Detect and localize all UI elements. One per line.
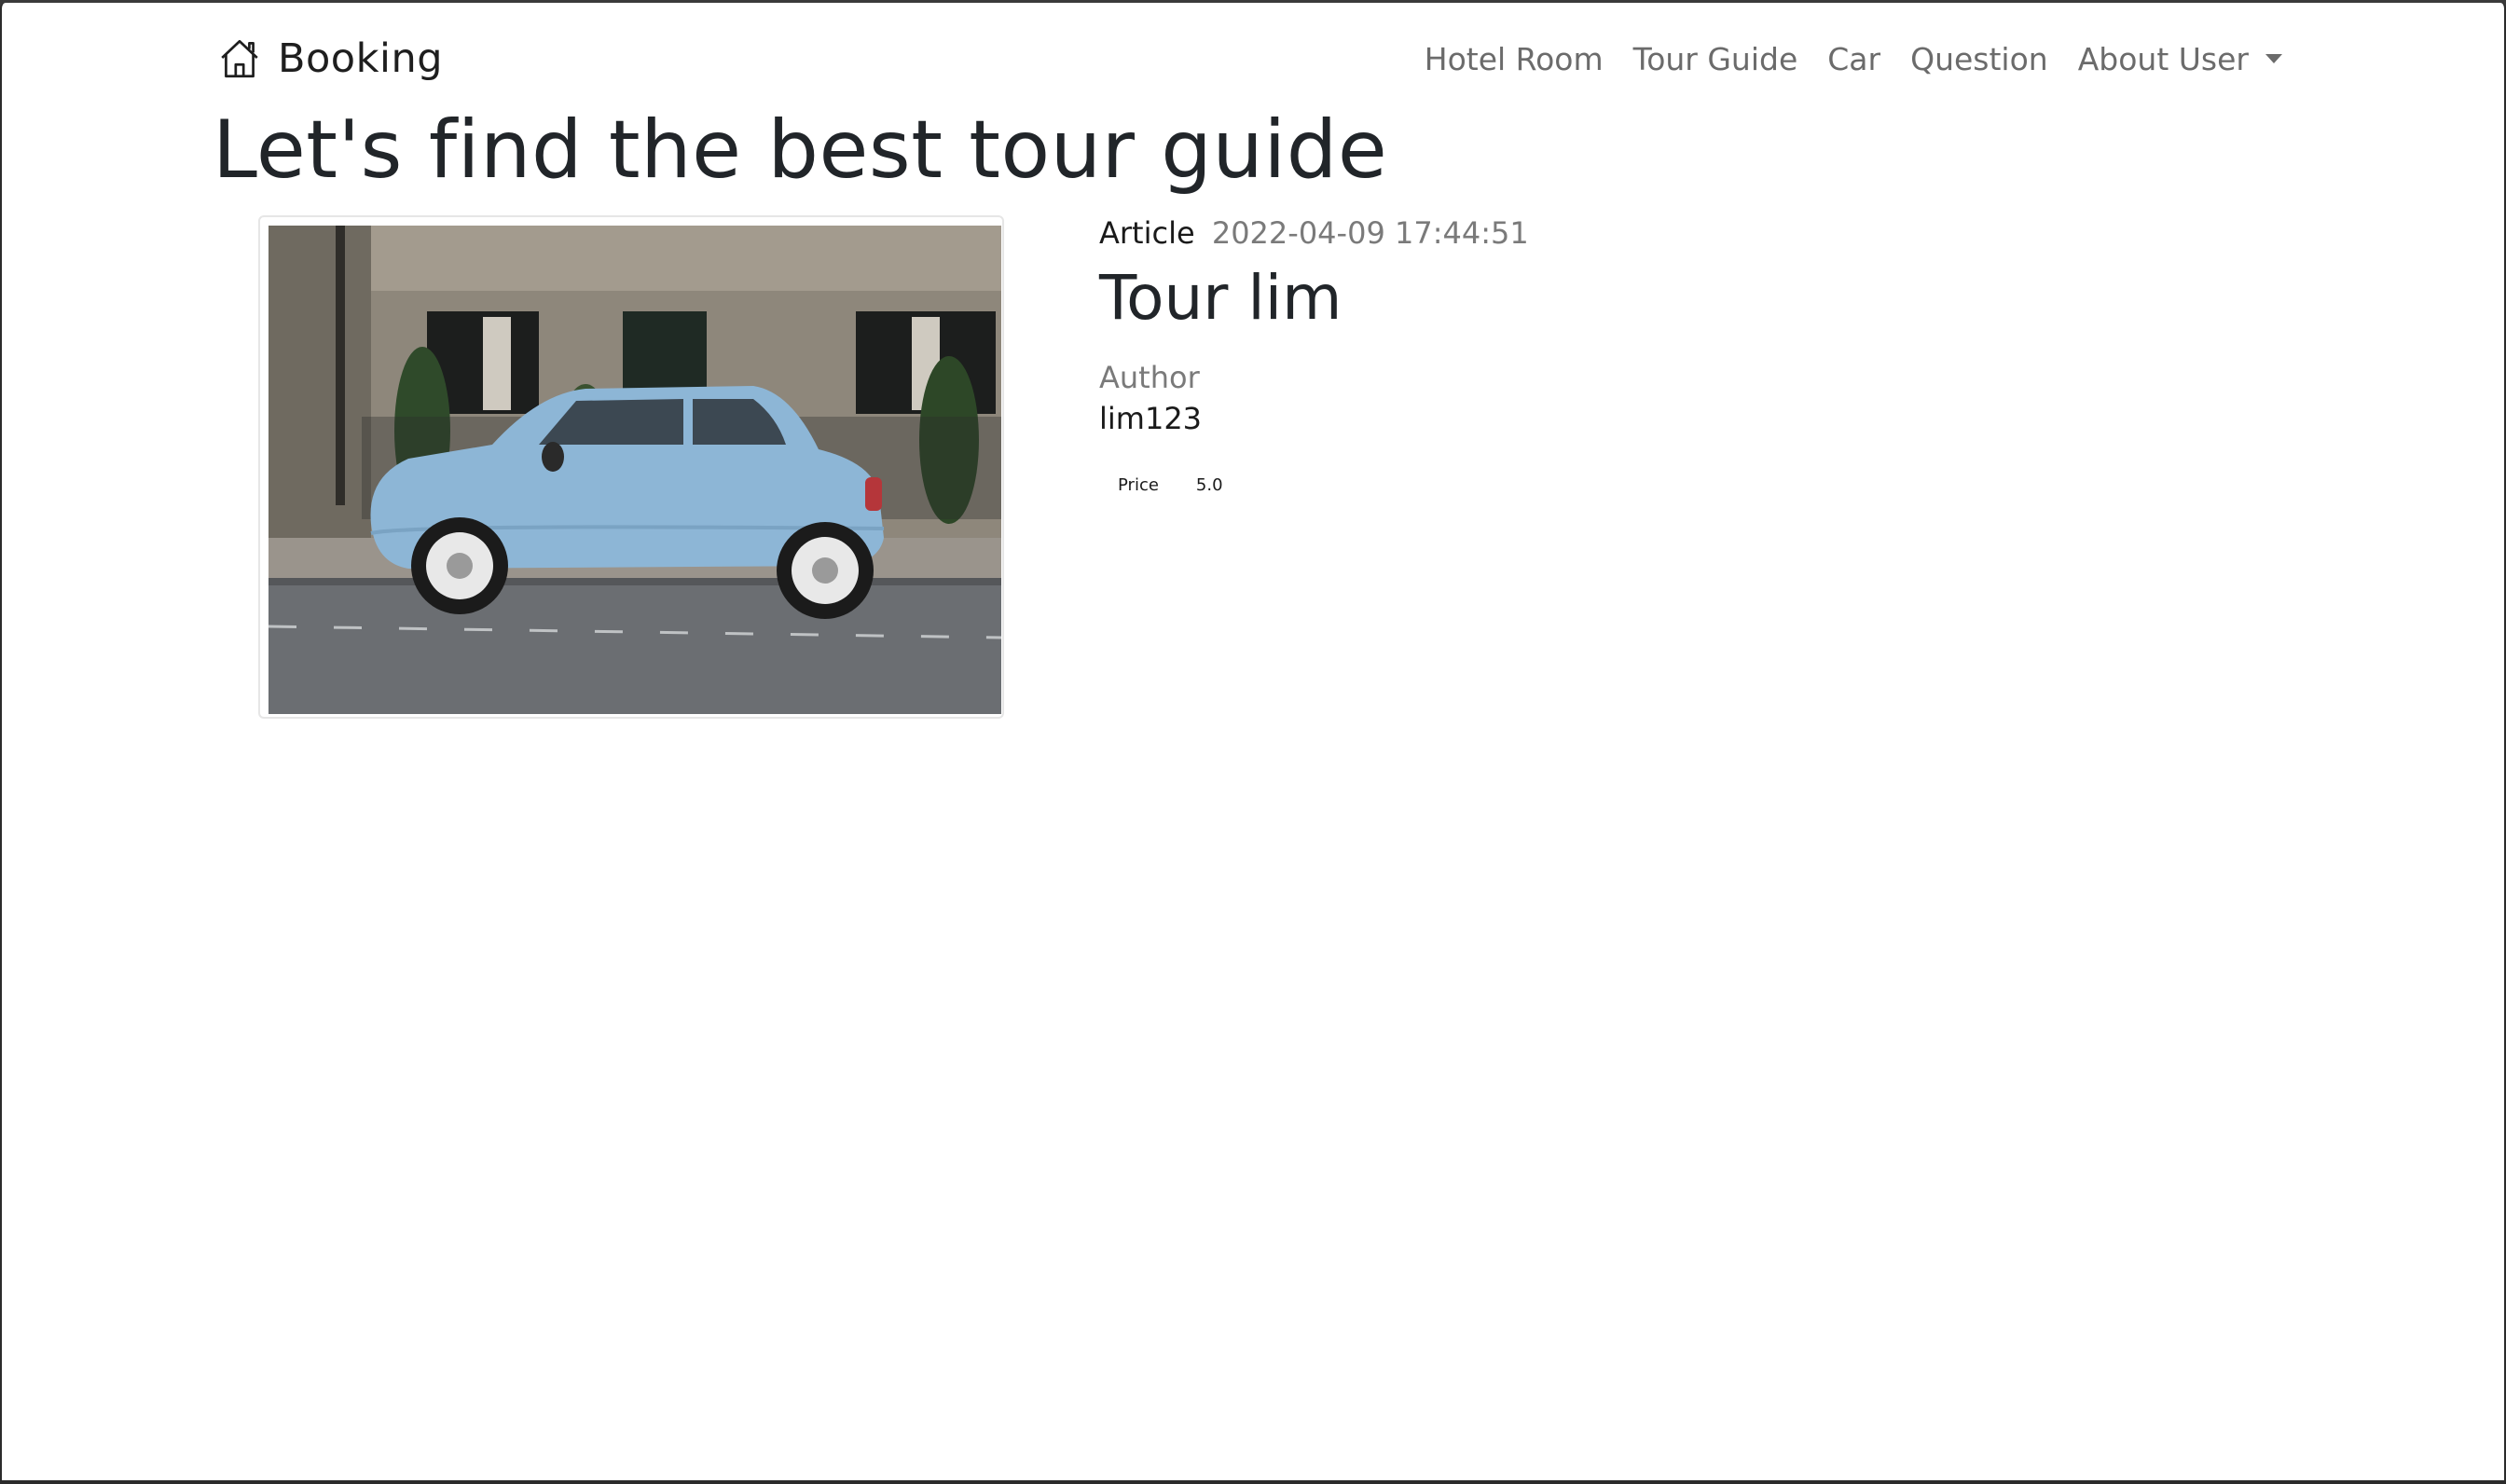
price-row: Price 5.0: [1099, 475, 1529, 495]
price-value: 5.0: [1195, 475, 1223, 495]
nav-links: Hotel Room Tour Guide Car Question About…: [1395, 31, 2282, 87]
navbar: Booking Hotel Room Tour Guide Car Questi…: [2, 3, 2504, 105]
article-date: 2022-04-09 17:44:51: [1211, 215, 1529, 251]
author-name: lim123: [1099, 401, 1203, 436]
brand-link[interactable]: Booking: [216, 31, 443, 87]
price-label: Price: [1118, 475, 1159, 495]
car-photo: [268, 226, 1001, 714]
article-title: Tour lim: [1099, 262, 1342, 334]
brand-name: Booking: [278, 35, 444, 82]
caret-down-icon: [2265, 54, 2282, 63]
article-meta: Article 2022-04-09 17:44:51: [1099, 215, 1529, 251]
page-title: Let's find the best tour guide: [213, 103, 1388, 197]
nav-tour-guide[interactable]: Tour Guide: [1633, 41, 1798, 77]
article-image-frame: [258, 215, 1004, 719]
nav-hotel-room[interactable]: Hotel Room: [1425, 41, 1604, 77]
about-user-label: About User: [2077, 40, 2249, 77]
article-details: Article 2022-04-09 17:44:51 Tour lim Aut…: [1099, 215, 1529, 495]
nav-car[interactable]: Car: [1827, 41, 1880, 77]
author-label: Author: [1099, 360, 1200, 395]
home-icon: [221, 39, 258, 78]
nav-question[interactable]: Question: [1910, 41, 2048, 77]
nav-about-user-dropdown[interactable]: About User: [2078, 41, 2282, 77]
browser-window: Booking Hotel Room Tour Guide Car Questi…: [0, 3, 2506, 1484]
article-label: Article: [1099, 215, 1195, 251]
